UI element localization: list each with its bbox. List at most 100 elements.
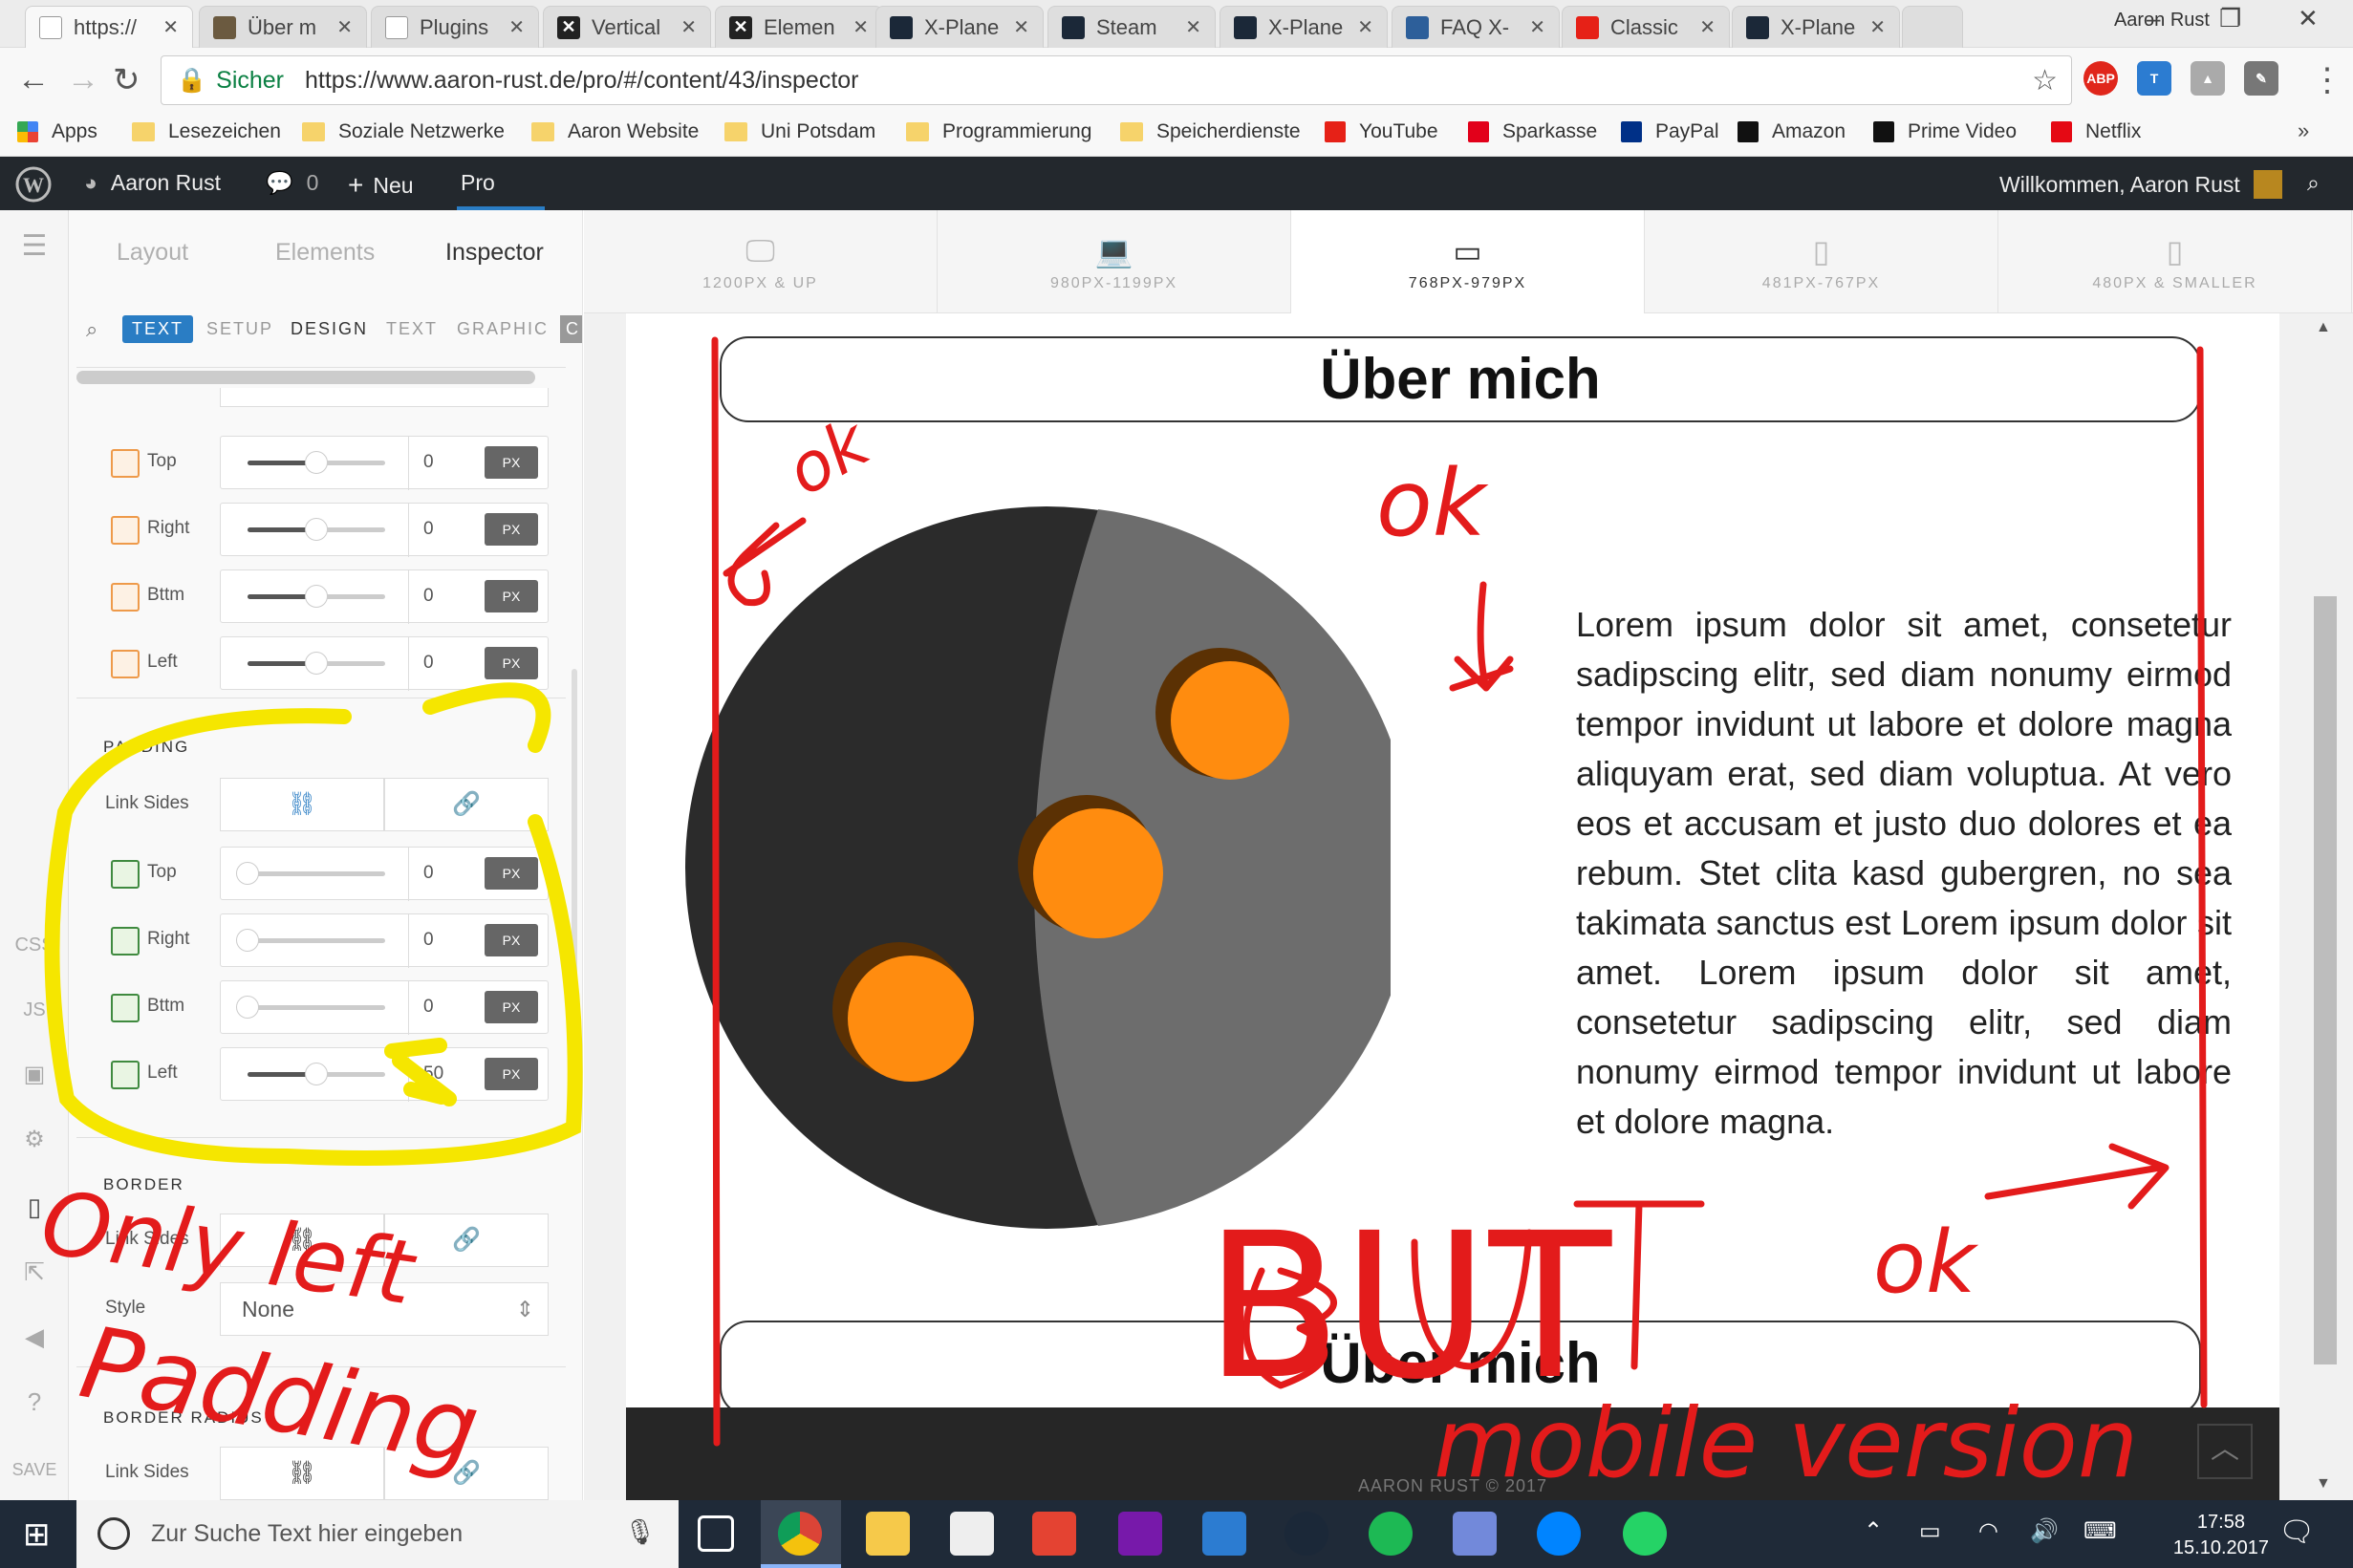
discord-icon[interactable] [1453, 1512, 1497, 1556]
moon-graphic[interactable] [683, 495, 1391, 1240]
external-link-icon[interactable]: ⇱ [0, 1257, 69, 1287]
breakpoint-tab[interactable]: ▭ 768PX-979PX [1291, 210, 1645, 313]
wifi-icon[interactable]: ◠ [1978, 1517, 1998, 1545]
vertical-scrollbar[interactable] [572, 669, 577, 1108]
bookmark-item[interactable]: PayPal [1621, 120, 1719, 143]
value-input[interactable]: 0 [423, 653, 434, 674]
chevron-up-icon[interactable]: ⌃ [1864, 1517, 1883, 1545]
scroll-down-icon[interactable]: ▼ [2316, 1475, 2331, 1493]
horizontal-scrollbar[interactable] [76, 371, 535, 384]
image-icon[interactable]: ▣ [0, 1061, 69, 1088]
value-input[interactable]: 0 [423, 452, 434, 473]
account-menu[interactable]: Willkommen, Aaron Rust [1999, 170, 2282, 199]
heading-box[interactable]: Über mich [720, 336, 2201, 422]
slider-track[interactable] [248, 1063, 385, 1085]
notifications-icon[interactable]: 🗨 [2278, 1515, 2315, 1549]
new-tab-button[interactable] [1902, 6, 1963, 48]
task-view-icon[interactable] [698, 1515, 734, 1552]
microphone-icon[interactable]: 🎙 [624, 1517, 656, 1547]
back-icon[interactable]: ← [17, 61, 50, 98]
slider-track[interactable] [236, 862, 385, 885]
back-to-top-button[interactable]: ︿ [2197, 1424, 2253, 1479]
todoist-icon[interactable] [1032, 1512, 1076, 1556]
tab-layout[interactable]: Layout [117, 239, 188, 267]
unlink-sides-button[interactable]: ⛓ [220, 1214, 384, 1267]
close-tab-icon[interactable]: ✕ [853, 15, 869, 39]
close-tab-icon[interactable]: ✕ [1699, 15, 1716, 39]
whatsapp-icon[interactable] [1623, 1512, 1667, 1556]
reload-icon[interactable]: ↻ [113, 61, 140, 99]
profile-name[interactable]: Aaron Rust [2114, 10, 2210, 32]
value-input[interactable]: 0 [423, 997, 434, 1018]
value-input[interactable]: 50 [423, 1063, 443, 1085]
browser-tab[interactable]: FAQ X- ✕ [1392, 6, 1560, 48]
slider-track[interactable] [248, 451, 385, 474]
wordpress-icon[interactable]: W [15, 166, 52, 203]
unit-select[interactable]: PX [485, 446, 538, 479]
app-icon[interactable] [1202, 1512, 1246, 1556]
close-tab-icon[interactable]: ✕ [508, 15, 525, 39]
unlink-sides-button[interactable]: ⛓ [220, 778, 384, 831]
css-button[interactable]: CSS [0, 934, 69, 956]
preview-scrollbar[interactable]: ▲ ▼ [2304, 313, 2353, 1500]
breakpoint-tab[interactable]: 🖵 1200PX & UP [584, 210, 938, 313]
tab-inspector[interactable]: Inspector [445, 239, 544, 267]
bookmark-item[interactable]: Prime Video [1873, 120, 2017, 143]
breakpoint-tab[interactable]: ▯ 481PX-767PX [1645, 210, 1998, 313]
pro-menu[interactable]: Pro [461, 170, 495, 196]
bookmark-item[interactable]: Lesezeichen [132, 120, 281, 143]
value-input[interactable]: 0 [423, 930, 434, 951]
file-explorer-icon[interactable] [866, 1512, 910, 1556]
close-tab-icon[interactable]: ✕ [1357, 15, 1373, 39]
adblock-icon[interactable]: ABP [2083, 61, 2118, 96]
bookmark-item[interactable]: Netflix [2051, 120, 2141, 143]
slider-handle[interactable] [305, 585, 328, 608]
forward-icon[interactable]: → [67, 61, 99, 98]
heading-box-2[interactable]: Über mich [720, 1321, 2201, 1416]
js-button[interactable]: JS [0, 999, 69, 1021]
keyboard-icon[interactable]: ⌨ [2083, 1517, 2117, 1545]
browser-tab[interactable]: Plugins ✕ [371, 6, 539, 48]
close-tab-icon[interactable]: ✕ [1185, 15, 1201, 39]
unit-select[interactable]: PX [485, 857, 538, 890]
taskbar-search[interactable]: Zur Suche Text hier eingeben 🎙 [76, 1500, 679, 1568]
slider-handle[interactable] [236, 862, 259, 885]
bookmark-item[interactable]: Speicherdienste [1120, 120, 1301, 143]
volume-icon[interactable]: 🔊 [2030, 1517, 2059, 1545]
bookmark-item[interactable]: Sparkasse [1468, 120, 1597, 143]
slider-handle[interactable] [305, 652, 328, 675]
bookmark-item[interactable]: Aaron Website [531, 120, 699, 143]
value-input[interactable]: 0 [423, 863, 434, 884]
close-tab-icon[interactable]: ✕ [1013, 15, 1029, 39]
bookmark-item[interactable]: Apps [17, 120, 97, 143]
bookmark-item[interactable]: YouTube [1325, 120, 1438, 143]
store-icon[interactable] [950, 1512, 994, 1556]
slider-handle[interactable] [305, 451, 328, 474]
subtab-text[interactable]: TEXT [122, 315, 194, 343]
subtab-text-2[interactable]: TEXT [386, 319, 438, 339]
close-tab-icon[interactable]: ✕ [1529, 15, 1545, 39]
comments-menu[interactable]: 💬 0 [266, 170, 318, 196]
onenote-icon[interactable] [1118, 1512, 1162, 1556]
slider-track[interactable] [248, 518, 385, 541]
slider-track[interactable] [236, 929, 385, 952]
browser-tab[interactable]: Steam ✕ [1047, 6, 1216, 48]
unit-select[interactable]: PX [485, 1058, 538, 1090]
clock[interactable]: 17:58 15.10.2017 [2173, 1510, 2269, 1561]
breakpoint-tab[interactable]: ▯ 480PX & SMALLER [1998, 210, 2352, 313]
unlink-sides-button[interactable]: ⛓ [220, 1447, 384, 1500]
scroll-up-icon[interactable]: ▲ [2316, 319, 2331, 336]
browser-tab[interactable]: X-Plane ✕ [1732, 6, 1900, 48]
browser-tab[interactable]: X-Plane ✕ [1220, 6, 1388, 48]
bookmark-star-icon[interactable]: ☆ [2032, 64, 2058, 97]
slider-track[interactable] [236, 996, 385, 1019]
unit-select[interactable]: PX [485, 513, 538, 546]
slider-handle[interactable] [305, 1063, 328, 1085]
close-window-icon[interactable]: ✕ [2298, 4, 2319, 33]
help-icon[interactable]: ? [0, 1387, 69, 1417]
browser-tab[interactable]: Classic ✕ [1562, 6, 1730, 48]
bookmark-item[interactable]: Uni Potsdam [724, 120, 875, 143]
slider-handle[interactable] [236, 929, 259, 952]
link-sides-button[interactable]: 🔗 [384, 1214, 549, 1267]
unit-select[interactable]: PX [485, 924, 538, 956]
